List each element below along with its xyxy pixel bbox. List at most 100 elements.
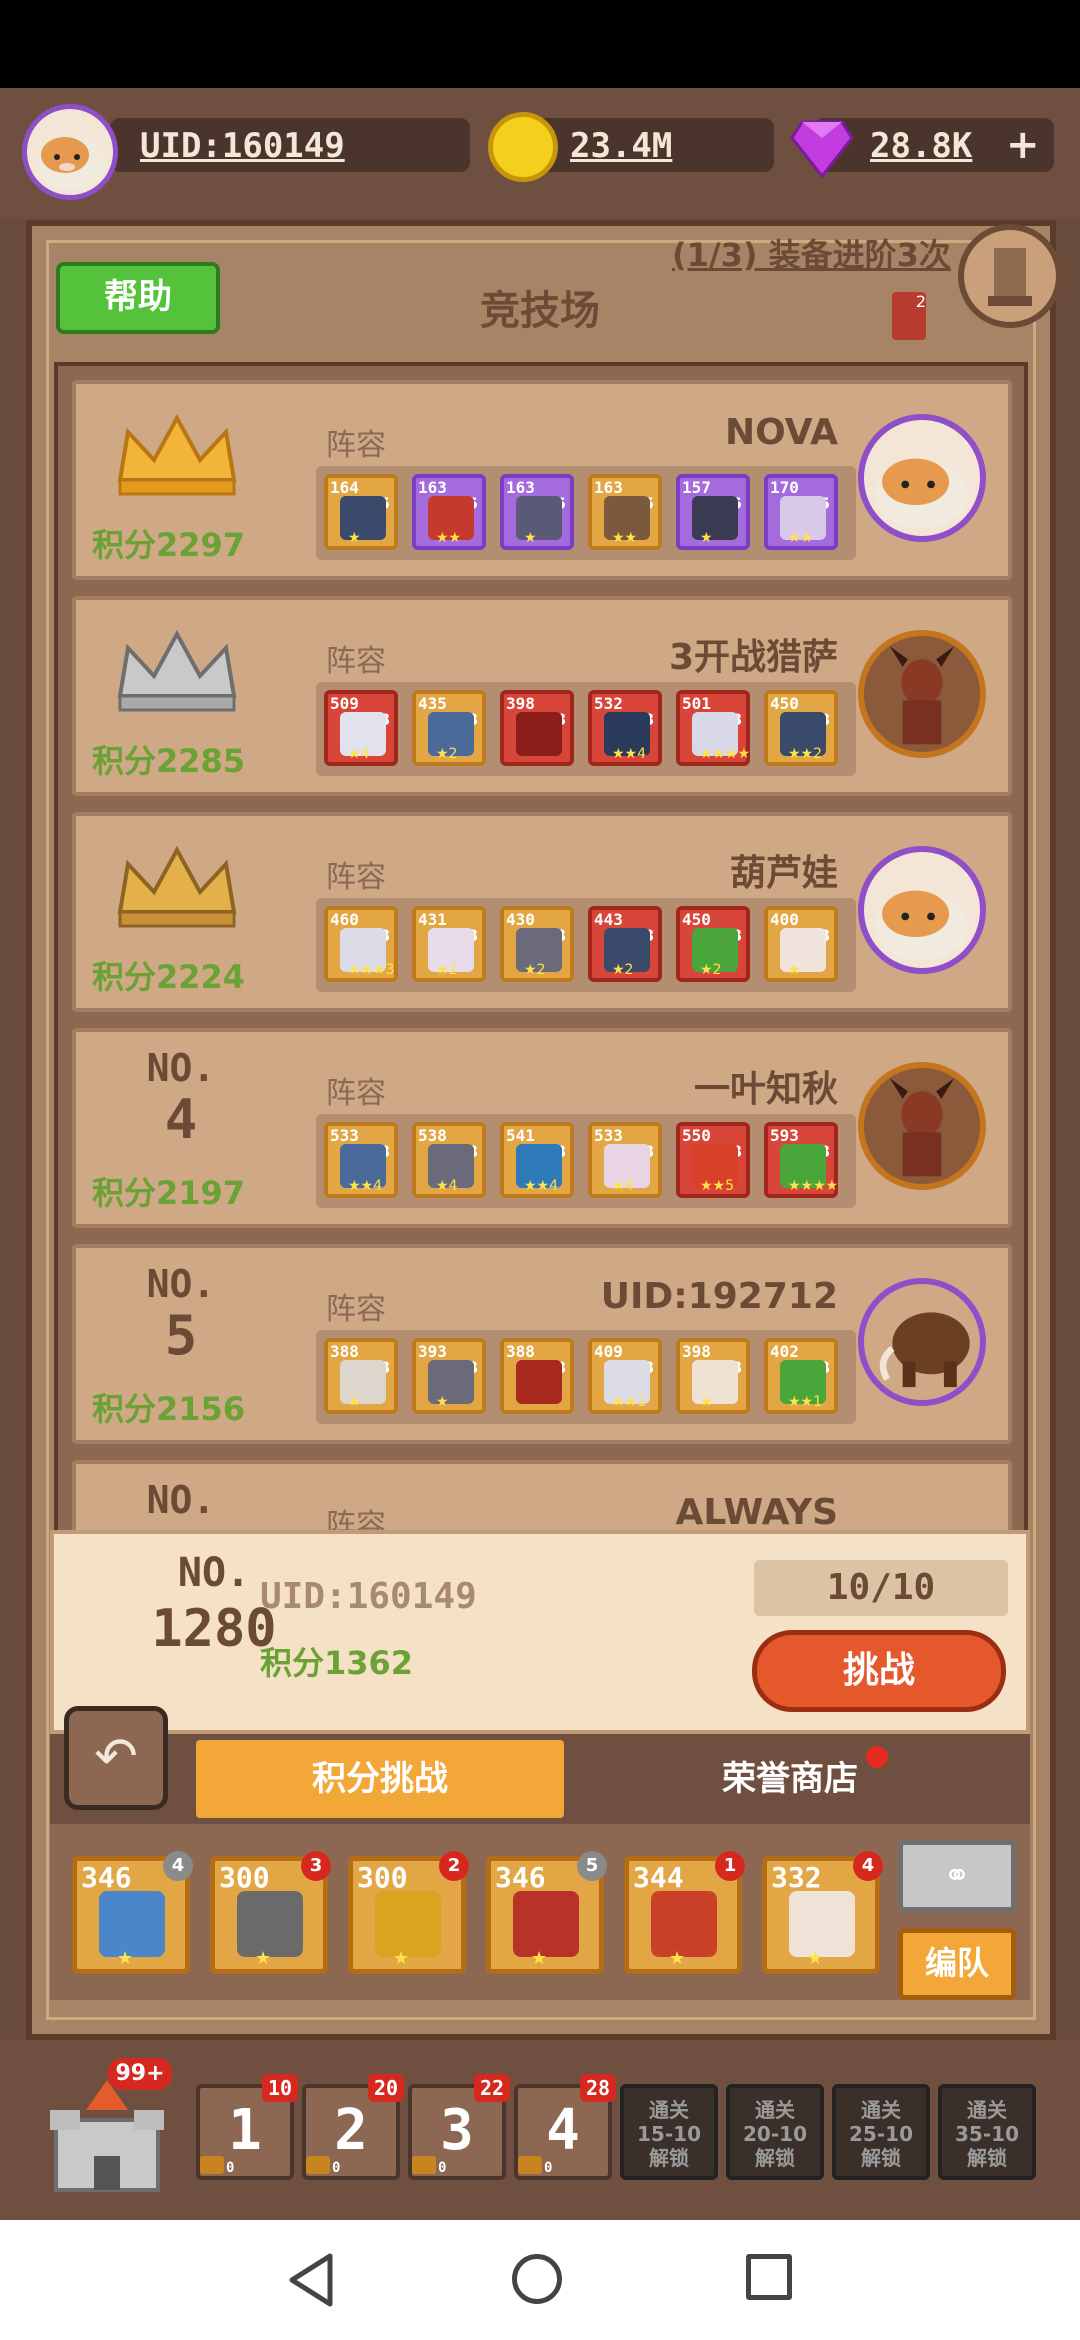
hero-card[interactable]: 3938★ bbox=[412, 1338, 486, 1414]
hero-card[interactable]: 1635★★ bbox=[412, 474, 486, 550]
hero-card[interactable]: 4008★ bbox=[764, 906, 838, 982]
handshake-button[interactable]: ⚭ bbox=[898, 1840, 1016, 1912]
hero-card[interactable]: 3988★ bbox=[676, 1338, 750, 1414]
hero-stars: ★★1 bbox=[612, 1394, 647, 1410]
quest-text[interactable]: (1/3) 装备进阶3次 bbox=[672, 230, 951, 276]
deck-hero-card[interactable]: 344 1 ★ bbox=[624, 1851, 745, 1974]
rank-label: NO. bbox=[146, 1262, 216, 1306]
demon-avatar-icon bbox=[889, 646, 955, 745]
gem-amount[interactable]: 28.8K bbox=[870, 126, 972, 166]
stage-button[interactable]: 3 22 0 bbox=[408, 2074, 510, 2180]
hero-card[interactable]: 5098★4 bbox=[324, 690, 398, 766]
hero-card[interactable]: 4508★★2 bbox=[764, 690, 838, 766]
hero-card[interactable]: 5508★★5 bbox=[676, 1122, 750, 1198]
lineup-label: 阵容 bbox=[326, 428, 386, 463]
hero-badge: 4 bbox=[853, 1851, 883, 1881]
player-uid[interactable]: UID:160149 bbox=[140, 126, 345, 166]
hero-card[interactable]: 4358★2 bbox=[412, 690, 486, 766]
hero-lineup: 1645★ 1635★★ 1635★ 1635★★ 1575★ 1705★★ bbox=[316, 466, 856, 560]
opponent-avatar[interactable] bbox=[858, 1278, 986, 1406]
leaderboard-row[interactable]: NO.5 积分2156 阵容 UID:192712 3888★ 3938★ 38… bbox=[72, 1244, 1012, 1444]
hero-stars: ★★ bbox=[612, 530, 638, 546]
opponent-avatar[interactable] bbox=[858, 414, 986, 542]
back-button[interactable]: ↶ bbox=[64, 1706, 168, 1810]
deck-hero-card[interactable]: 300 3 ★ bbox=[210, 1851, 331, 1974]
hero-card[interactable]: 4508★2 bbox=[676, 906, 750, 982]
leaderboard-row[interactable]: 积分2297 阵容 NOVA 1645★ 1635★★ 1635★ 1635★★… bbox=[72, 380, 1012, 580]
hero-card[interactable]: 5018★★★★ bbox=[676, 690, 750, 766]
hero-card[interactable]: 5328★★4 bbox=[588, 690, 662, 766]
locked-line: 通关 bbox=[755, 2098, 795, 2122]
hero-stars: ★ bbox=[117, 1948, 134, 1969]
hero-card[interactable]: 5938★★★★ bbox=[764, 1122, 838, 1198]
hero-card[interactable]: 5338★★4 bbox=[324, 1122, 398, 1198]
locked-stage[interactable]: 通关 35-10 解锁 bbox=[938, 2084, 1036, 2180]
nav-back-icon[interactable] bbox=[286, 2252, 336, 2308]
locked-stage[interactable]: 通关 20-10 解锁 bbox=[726, 2084, 824, 2180]
hero-power: 346 bbox=[495, 1861, 546, 1894]
nav-home-icon[interactable] bbox=[512, 2254, 562, 2304]
stage-button[interactable]: 1 10 0 bbox=[196, 2074, 298, 2180]
hero-card[interactable]: 4098★★1 bbox=[588, 1338, 662, 1414]
hero-card[interactable]: 4028★★1 bbox=[764, 1338, 838, 1414]
hero-card[interactable]: 5418★★4 bbox=[500, 1122, 574, 1198]
my-uid: UID:160149 bbox=[260, 1576, 477, 1617]
opponent-avatar[interactable] bbox=[858, 1062, 986, 1190]
hero-card[interactable]: 1635★★ bbox=[588, 474, 662, 550]
hero-card[interactable]: 1705★★ bbox=[764, 474, 838, 550]
hero-level: 430 bbox=[506, 910, 535, 929]
hero-level: 170 bbox=[770, 478, 799, 497]
hero-stars: ★2 bbox=[612, 962, 634, 978]
hero-level: 532 bbox=[594, 694, 623, 713]
chest-icon bbox=[412, 2156, 436, 2174]
leaderboard-row[interactable]: 积分2285 阵容 3开战猎萨 5098★4 4358★2 3988 5328★… bbox=[72, 596, 1012, 796]
hero-stars: ★2 bbox=[524, 962, 546, 978]
locked-stage[interactable]: 通关 25-10 解锁 bbox=[832, 2084, 930, 2180]
deck-hero-card[interactable]: 346 4 ★ bbox=[72, 1851, 193, 1974]
deck-hero-card[interactable]: 346 5 ★ bbox=[486, 1851, 607, 1974]
opponent-avatar[interactable] bbox=[858, 846, 986, 974]
hero-card[interactable]: 3988 bbox=[500, 690, 574, 766]
player-avatar[interactable] bbox=[22, 104, 118, 200]
hero-card[interactable]: 4308★2 bbox=[500, 906, 574, 982]
stage-button[interactable]: 2 20 0 bbox=[302, 2074, 404, 2180]
help-button[interactable]: 帮助 bbox=[56, 262, 220, 334]
hero-lineup: 4608★★★3 4318★2 4308★2 4438★2 4508★2 400… bbox=[316, 898, 856, 992]
hero-card[interactable]: 5388★4 bbox=[412, 1122, 486, 1198]
tab-score-challenge[interactable]: 积分挑战 bbox=[196, 1740, 564, 1818]
rank-label: NO. bbox=[146, 1046, 216, 1090]
score: 积分2297 bbox=[92, 526, 246, 564]
hero-card[interactable]: 1645★ bbox=[324, 474, 398, 550]
hero-stars: ★★4 bbox=[524, 1178, 559, 1194]
hero-level: 400 bbox=[770, 910, 799, 929]
hero-power: 344 bbox=[633, 1861, 684, 1894]
stage-button[interactable]: 4 28 0 bbox=[514, 2074, 616, 2180]
hero-card[interactable]: 1635★ bbox=[500, 474, 574, 550]
leaderboard-list[interactable]: 积分2297 阵容 NOVA 1645★ 1635★★ 1635★ 1635★★… bbox=[54, 362, 1028, 1542]
leaderboard-row[interactable]: NO.4 积分2197 阵容 一叶知秋 5338★★4 5388★4 5418★… bbox=[72, 1028, 1012, 1228]
gold-amount[interactable]: 23.4M bbox=[570, 126, 672, 166]
nav-recents-icon[interactable] bbox=[746, 2254, 792, 2300]
hero-portrait-icon bbox=[516, 712, 562, 756]
hero-card[interactable]: 5338★4 bbox=[588, 1122, 662, 1198]
challenge-button[interactable]: 挑战 bbox=[752, 1630, 1006, 1712]
hero-card[interactable]: 4438★2 bbox=[588, 906, 662, 982]
locked-stage[interactable]: 通关 15-10 解锁 bbox=[620, 2084, 718, 2180]
deck-hero-card[interactable]: 332 4 ★ bbox=[762, 1851, 883, 1974]
opponent-avatar[interactable] bbox=[858, 630, 986, 758]
hero-card[interactable]: 3888★ bbox=[324, 1338, 398, 1414]
hero-level: 398 bbox=[506, 694, 535, 713]
demon-avatar-icon bbox=[889, 1078, 955, 1177]
hero-card[interactable]: 3888 bbox=[500, 1338, 574, 1414]
hero-card[interactable]: 4318★2 bbox=[412, 906, 486, 982]
deck-hero-card[interactable]: 300 2 ★ bbox=[348, 1851, 469, 1974]
quest-icon[interactable] bbox=[958, 224, 1062, 328]
rank-label: NO. bbox=[146, 1478, 216, 1522]
team-formation-button[interactable]: 编队 bbox=[898, 1928, 1016, 2000]
hero-card[interactable]: 1575★ bbox=[676, 474, 750, 550]
leaderboard-row[interactable]: 积分2224 阵容 葫芦娃 4608★★★3 4318★2 4308★2 443… bbox=[72, 812, 1012, 1012]
hero-stars: ★ bbox=[393, 1948, 410, 1969]
score: 积分2285 bbox=[92, 742, 246, 780]
hero-card[interactable]: 4608★★★3 bbox=[324, 906, 398, 982]
add-gems-button[interactable]: + bbox=[1006, 122, 1040, 168]
